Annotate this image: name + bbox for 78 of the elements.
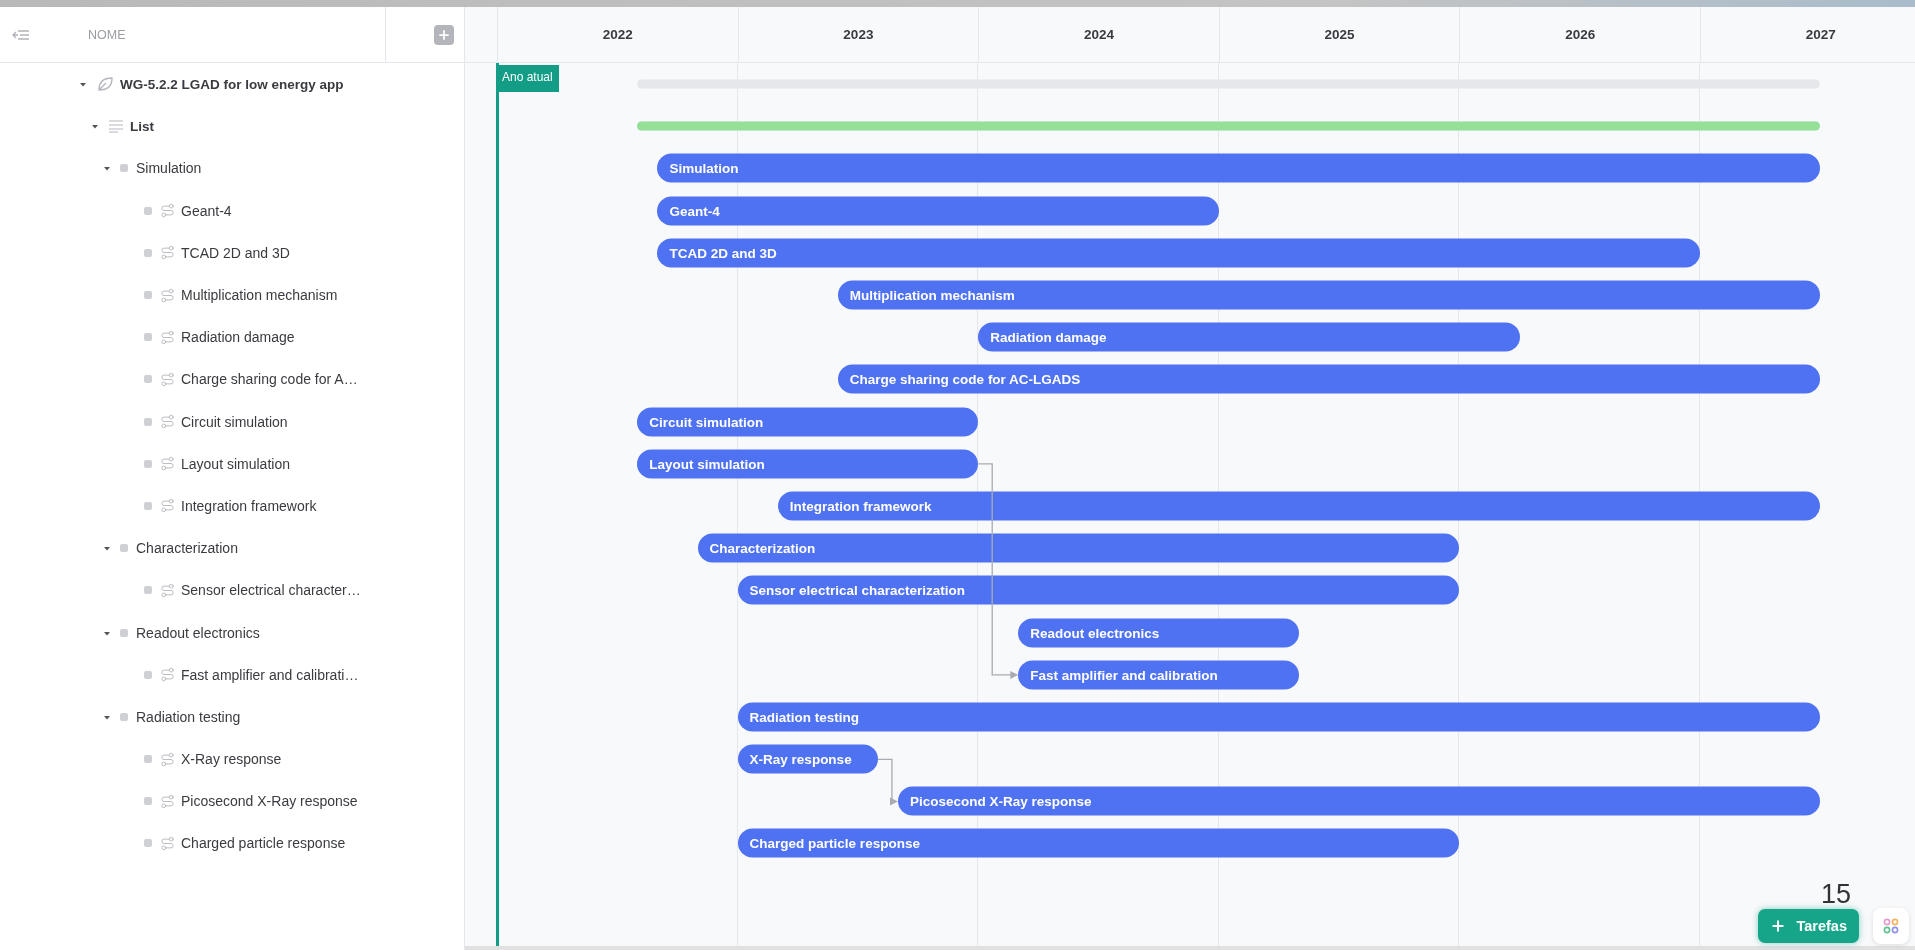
status-square-icon	[144, 839, 152, 848]
current-year-label: Ano atual	[496, 65, 559, 92]
column-header: NOME	[88, 27, 127, 42]
status-square-icon	[144, 333, 152, 342]
status-square-icon	[120, 628, 128, 637]
status-square-icon	[144, 501, 152, 510]
route-icon	[160, 203, 175, 219]
task-name[interactable]: Geant-4	[181, 202, 232, 219]
task-bar[interactable]: TCAD 2D and 3D	[657, 238, 1700, 268]
route-icon	[160, 667, 175, 683]
leaf-icon	[96, 76, 114, 93]
task-bar[interactable]: Simulation	[657, 153, 1821, 183]
list-icon	[108, 119, 124, 134]
status-square-icon	[144, 291, 152, 300]
task-bar[interactable]: Geant-4	[657, 196, 1219, 226]
task-name[interactable]: X-Ray response	[181, 751, 282, 768]
route-icon	[160, 582, 175, 598]
task-bar[interactable]: Charged particle response	[737, 828, 1460, 858]
task-bar[interactable]: Characterization	[697, 533, 1460, 563]
route-icon	[160, 498, 175, 514]
status-square-icon	[120, 544, 128, 553]
status-square-icon	[120, 712, 128, 721]
task-name[interactable]: Charged particle response	[181, 835, 346, 852]
task-name[interactable]: Multiplication mechanism	[181, 287, 338, 304]
task-bar[interactable]: Layout simulation	[637, 449, 979, 479]
year-header: 2024	[979, 7, 1220, 62]
year-header: 2022	[498, 7, 739, 62]
route-icon	[160, 751, 175, 767]
task-name[interactable]: Characterization	[136, 540, 238, 557]
task-name[interactable]: Circuit simulation	[181, 413, 288, 430]
task-bar[interactable]: Sensor electrical characterization	[737, 575, 1460, 605]
route-icon	[160, 329, 175, 345]
task-name[interactable]: List	[130, 118, 154, 134]
year-header: 2025	[1219, 7, 1461, 62]
route-icon	[160, 835, 175, 851]
task-name[interactable]: Layout simulation	[181, 455, 290, 472]
task-name[interactable]: Readout electronics	[136, 624, 260, 641]
plus-icon	[437, 27, 451, 42]
route-icon	[160, 793, 175, 809]
status-square-icon	[144, 670, 152, 679]
task-name[interactable]: Radiation testing	[136, 708, 241, 725]
route-icon	[160, 245, 175, 261]
page-number: 15	[1820, 881, 1851, 908]
task-name[interactable]: Charge sharing code for A…	[181, 371, 358, 388]
year-header: 2027	[1700, 7, 1915, 62]
status-square-icon	[120, 164, 128, 173]
year-header: 2023	[738, 7, 980, 62]
task-bar[interactable]: Multiplication mechanism	[837, 280, 1821, 310]
task-name[interactable]: Fast amplifier and calibrati…	[181, 666, 359, 683]
task-name[interactable]: Picosecond X-Ray response	[181, 793, 358, 810]
task-name[interactable]: Radiation damage	[181, 329, 295, 346]
task-name[interactable]: Simulation	[136, 160, 202, 177]
task-name[interactable]: WG-5.2.2 LGAD for low energy app	[120, 76, 344, 92]
task-name[interactable]: TCAD 2D and 3D	[181, 244, 290, 261]
task-bar[interactable]: Fast amplifier and calibration	[1018, 660, 1299, 690]
status-square-icon	[144, 459, 152, 468]
task-bar[interactable]: Picosecond X-Ray response	[898, 786, 1821, 816]
status-square-icon	[144, 586, 152, 595]
task-name[interactable]: Integration framework	[181, 497, 317, 514]
task-bar[interactable]: Charge sharing code for AC-LGADS	[837, 364, 1821, 394]
year-header: 2026	[1460, 7, 1701, 62]
status-square-icon	[144, 755, 152, 764]
status-square-icon	[144, 417, 152, 426]
route-icon	[160, 371, 175, 387]
task-bar[interactable]: Readout electronics	[1018, 618, 1299, 648]
task-bar[interactable]: Radiation damage	[978, 322, 1520, 352]
task-bar[interactable]: Circuit simulation	[637, 407, 979, 437]
task-bar[interactable]: Integration framework	[777, 491, 1821, 521]
route-icon	[160, 414, 175, 430]
dependency-arrow	[877, 758, 898, 806]
route-icon	[160, 287, 175, 303]
task-bar[interactable]: X-Ray response	[737, 744, 878, 774]
task-name[interactable]: Sensor electrical character…	[181, 582, 361, 599]
status-square-icon	[144, 206, 152, 215]
route-icon	[160, 456, 175, 472]
task-bar[interactable]: Radiation testing	[737, 702, 1821, 732]
status-square-icon	[144, 375, 152, 384]
status-square-icon	[144, 797, 152, 806]
